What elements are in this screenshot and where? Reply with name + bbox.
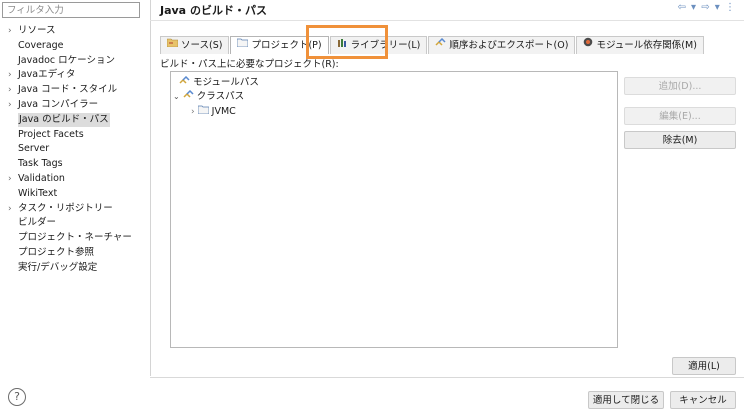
tree-item-jvmc[interactable]: › JVMC bbox=[191, 105, 236, 119]
sidebar-item[interactable]: › Java コンパイラー bbox=[8, 98, 98, 112]
tab-bar: ソース(S) プロジェクト(P) ライブラリー(L) 順序およびエクスポート(O… bbox=[160, 36, 705, 54]
chevron-right-icon[interactable]: › bbox=[8, 83, 18, 97]
cancel-button[interactable]: キャンセル bbox=[670, 391, 736, 409]
sidebar-item-label: タスク・リポジトリー bbox=[18, 202, 113, 214]
chevron-right-icon[interactable]: › bbox=[8, 98, 18, 112]
sidebar-item[interactable]: › タスク・リポジトリー bbox=[8, 202, 113, 216]
sidebar-item[interactable]: WikiText bbox=[8, 187, 57, 201]
sidebar-item[interactable]: ビルダー bbox=[8, 216, 56, 230]
highlight-box bbox=[306, 25, 388, 59]
sidebar-item-label: Javadoc ロケーション bbox=[18, 54, 115, 66]
tab-order-export[interactable]: 順序およびエクスポート(O) bbox=[428, 36, 576, 54]
add-button[interactable]: 追加(D)... bbox=[624, 77, 736, 95]
module-dependency-icon bbox=[583, 37, 593, 54]
sidebar-item-label: Java コード・スタイル bbox=[18, 84, 118, 96]
class-path-icon bbox=[183, 89, 194, 102]
order-export-icon bbox=[435, 37, 446, 54]
tab-label: モジュール依存関係(M) bbox=[596, 40, 697, 51]
sidebar-item-label: Coverage bbox=[18, 39, 64, 51]
chevron-right-icon[interactable]: › bbox=[8, 202, 18, 216]
sidebar-item[interactable]: › Validation bbox=[8, 172, 65, 186]
help-icon[interactable]: ? bbox=[8, 388, 26, 406]
sidebar-item-label: Javaエディタ bbox=[18, 69, 76, 81]
project-icon bbox=[237, 37, 249, 54]
footer-divider bbox=[150, 377, 744, 378]
sidebar-item-label: Java のビルド・パス bbox=[18, 112, 110, 127]
chevron-down-icon[interactable]: ⌄ bbox=[173, 92, 180, 101]
tree-item-label: JVMC bbox=[211, 106, 236, 117]
source-folder-icon bbox=[166, 37, 179, 54]
sidebar-item[interactable]: › Java コード・スタイル bbox=[8, 83, 117, 97]
tab-label: 順序およびエクスポート(O) bbox=[449, 40, 569, 51]
sidebar-item[interactable]: Coverage bbox=[8, 39, 64, 53]
module-path-icon bbox=[179, 75, 190, 88]
tab-label: ソース(S) bbox=[181, 40, 223, 51]
sidebar-item-label: Task Tags bbox=[18, 158, 63, 170]
sidebar-item[interactable]: › Javaエディタ bbox=[8, 68, 75, 82]
projects-tree[interactable]: モジュールパス ⌄ クラスパス › JVMC bbox=[170, 71, 618, 348]
tree-item-module-path[interactable]: モジュールパス bbox=[179, 75, 259, 90]
sidebar-item-label: ビルダー bbox=[18, 217, 57, 229]
chevron-right-icon[interactable]: › bbox=[8, 172, 18, 186]
chevron-right-icon[interactable]: › bbox=[8, 68, 18, 82]
sidebar-item[interactable]: 実行/デバッグ設定 bbox=[8, 261, 97, 275]
sidebar-item[interactable]: プロジェクト参照 bbox=[8, 246, 94, 260]
tab-module-dependencies[interactable]: モジュール依存関係(M) bbox=[576, 36, 704, 54]
sidebar-item[interactable]: Server bbox=[8, 142, 49, 156]
required-projects-label: ビルド・パス上に必要なプロジェクト(R): bbox=[160, 59, 339, 70]
sidebar-item-label: プロジェクト・ネーチャー bbox=[18, 232, 132, 244]
sidebar-item[interactable]: Java のビルド・パス bbox=[8, 112, 110, 127]
header-divider bbox=[150, 20, 744, 21]
sidebar-item-label: Validation bbox=[18, 173, 65, 184]
remove-button[interactable]: 除去(M) bbox=[624, 131, 736, 149]
project-folder-icon bbox=[197, 105, 210, 117]
sidebar-item-label: リソース bbox=[18, 25, 56, 36]
tree-item-class-path[interactable]: ⌄ クラスパス bbox=[173, 89, 245, 104]
tree-item-label: モジュールパス bbox=[193, 77, 259, 88]
chevron-right-icon[interactable]: › bbox=[8, 24, 18, 38]
sidebar-item[interactable]: Javadoc ロケーション bbox=[8, 54, 115, 68]
sidebar-item-label: Project Facets bbox=[18, 128, 84, 140]
sidebar-item[interactable]: Project Facets bbox=[8, 128, 84, 142]
chevron-right-icon[interactable]: › bbox=[191, 107, 195, 117]
filter-input[interactable]: フィルタ入力 bbox=[2, 2, 140, 18]
tree-item-label: クラスパス bbox=[196, 91, 245, 102]
sidebar-item-label: WikiText bbox=[18, 187, 58, 199]
tab-source[interactable]: ソース(S) bbox=[160, 36, 230, 54]
apply-and-close-button[interactable]: 適用して閉じる bbox=[588, 391, 664, 409]
back-forward-nav[interactable]: ⇦ ▾ ⇨ ▾ ⋮ bbox=[677, 2, 736, 13]
sidebar-item[interactable]: プロジェクト・ネーチャー bbox=[8, 231, 132, 245]
sidebar-item-label: Java コンパイラー bbox=[18, 99, 99, 110]
sidebar-item-label: Server bbox=[18, 143, 50, 155]
apply-button[interactable]: 適用(L) bbox=[672, 357, 736, 375]
edit-button[interactable]: 編集(E)... bbox=[624, 107, 736, 125]
page-title: Java のビルド・パス bbox=[160, 4, 267, 17]
sidebar-item[interactable]: › リソース bbox=[8, 24, 56, 38]
sidebar-item[interactable]: Task Tags bbox=[8, 157, 63, 171]
sidebar-item-label: プロジェクト参照 bbox=[18, 247, 95, 258]
sidebar-item-label: 実行/デバッグ設定 bbox=[18, 261, 98, 273]
sidebar-divider bbox=[150, 0, 151, 376]
